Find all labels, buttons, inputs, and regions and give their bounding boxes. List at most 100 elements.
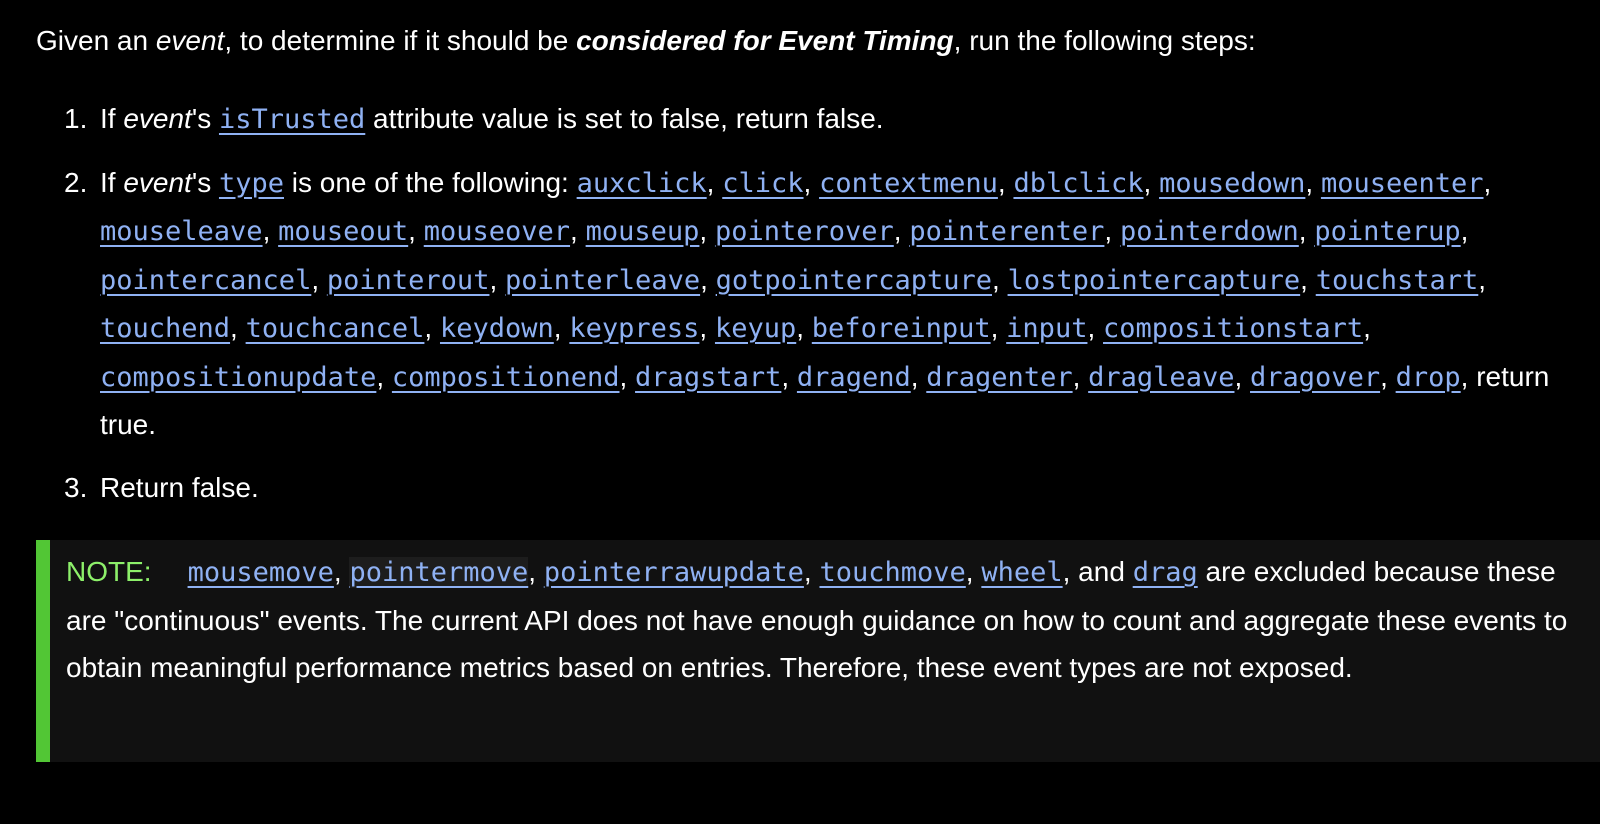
event-link-drag[interactable]: drag [1133,557,1198,588]
list-separator: , [1087,312,1104,343]
list-separator: , [1104,215,1120,246]
event-link-mouseenter[interactable]: mouseenter [1321,168,1484,199]
list-separator: , [262,215,279,246]
note-label: NOTE: [66,556,152,587]
step-3: 3. Return false. [64,464,1574,512]
intro-text: , to determine if it should be [224,25,577,56]
event-link-contextmenu[interactable]: contextmenu [819,168,998,199]
event-link-compositionupdate[interactable]: compositionupdate [100,362,376,393]
list-separator: , [408,215,424,246]
event-link-compositionend[interactable]: compositionend [392,362,620,393]
note-term-list: mousemove, pointermove, pointerrawupdate… [188,556,1063,588]
list-separator: , [1460,215,1469,246]
step-text: 's [191,103,219,134]
list-separator: , [803,166,820,198]
event-link-keyup[interactable]: keyup [715,313,796,344]
list-separator: , [1478,263,1487,295]
list-separator: , [699,312,715,343]
event-link-pointerenter[interactable]: pointerenter [909,216,1104,247]
event-type-list: auxclick, click, contextmenu, dblclick, … [100,166,1492,393]
list-separator: , [796,312,812,343]
event-link-pointerleave[interactable]: pointerleave [505,265,700,296]
list-separator: , [699,215,715,246]
event-link-mouseover[interactable]: mouseover [424,216,570,247]
event-variable: event [123,166,192,198]
event-link-pointermove[interactable]: pointermove [349,557,529,588]
event-link-click[interactable]: click [722,168,803,199]
list-separator: , [1298,215,1315,246]
step-text: 's [191,166,219,198]
event-link-dragenter[interactable]: dragenter [926,362,1072,393]
event-link-pointerup[interactable]: pointerup [1314,216,1460,247]
step-text: is one of the following: [284,166,577,198]
list-separator: , [1072,360,1089,392]
event-link-touchend[interactable]: touchend [100,313,230,344]
event-link-wheel[interactable]: wheel [981,557,1062,588]
step-text: attribute value is set to false, return … [365,103,884,134]
event-link-touchcancel[interactable]: touchcancel [246,313,425,344]
event-link-auxclick[interactable]: auxclick [577,168,707,199]
list-separator: , [1483,166,1492,198]
step-text: Return false. [100,471,259,503]
event-link-gotpointercapture[interactable]: gotpointercapture [716,265,992,296]
steps-list: 1. If event's isTrusted attribute value … [64,95,1574,526]
list-separator: , [700,263,716,295]
event-link-pointerover[interactable]: pointerover [715,216,894,247]
list-separator: , [230,312,246,343]
event-link-dragleave[interactable]: dragleave [1088,362,1234,393]
step-text: If [100,166,124,198]
list-separator: , [619,360,636,392]
type-link[interactable]: type [219,168,284,199]
note-box: NOTE: mousemove, pointermove, pointerrawu… [36,540,1600,762]
list-separator: , [424,312,440,343]
event-link-lostpointercapture[interactable]: lostpointercapture [1008,265,1301,296]
list-separator: , [997,166,1014,198]
intro-text: , run the following steps: [953,25,1256,56]
definition-term: considered for Event Timing [576,25,954,56]
list-separator: , [1305,166,1321,198]
step-number: 2. [64,166,88,198]
event-link-pointerout[interactable]: pointerout [327,265,490,296]
list-separator: , [1380,360,1396,392]
intro-text: Given an [36,25,156,56]
list-separator: , [706,166,723,198]
list-separator: , [489,263,506,295]
spec-section: Given an event, to determine if it shoul… [0,0,1600,824]
list-separator: , [992,263,1008,295]
event-link-keydown[interactable]: keydown [440,313,554,344]
event-link-dblclick[interactable]: dblclick [1013,168,1143,199]
event-link-touchmove[interactable]: touchmove [819,557,965,588]
event-link-mousedown[interactable]: mousedown [1159,168,1305,199]
event-link-beforeinput[interactable]: beforeinput [812,313,991,344]
list-separator: , [570,215,586,246]
event-link-mousemove[interactable]: mousemove [188,557,334,588]
list-separator: , [893,215,910,246]
event-variable: event [155,25,225,56]
list-separator: , [803,556,820,587]
event-link-dragend[interactable]: dragend [797,362,911,393]
list-separator: , [965,556,982,587]
event-link-touchstart[interactable]: touchstart [1316,265,1479,296]
event-link-pointerrawupdate[interactable]: pointerrawupdate [544,557,804,588]
list-separator: , [1363,312,1371,343]
event-link-pointerdown[interactable]: pointerdown [1120,216,1299,247]
step-2: 2. If event's type is one of the followi… [64,159,1574,449]
event-link-compositionstart[interactable]: compositionstart [1103,313,1363,344]
intro-paragraph: Given an event, to determine if it shoul… [36,17,1256,65]
event-link-input[interactable]: input [1006,313,1087,344]
event-link-mouseup[interactable]: mouseup [586,216,700,247]
event-link-dragstart[interactable]: dragstart [635,362,781,393]
event-link-drop[interactable]: drop [1396,362,1461,393]
list-separator: , [333,556,350,587]
istrusted-link[interactable]: isTrusted [219,104,365,135]
note-text: , and [1062,556,1133,587]
event-link-mouseleave[interactable]: mouseleave [100,216,263,247]
list-separator: , [1234,360,1251,392]
event-link-pointercancel[interactable]: pointercancel [100,265,311,296]
list-separator: , [553,312,570,343]
event-variable: event [123,103,192,134]
event-link-dragover[interactable]: dragover [1250,362,1380,393]
list-separator: , [1143,166,1160,198]
event-link-mouseout[interactable]: mouseout [278,216,408,247]
event-link-keypress[interactable]: keypress [569,313,699,344]
